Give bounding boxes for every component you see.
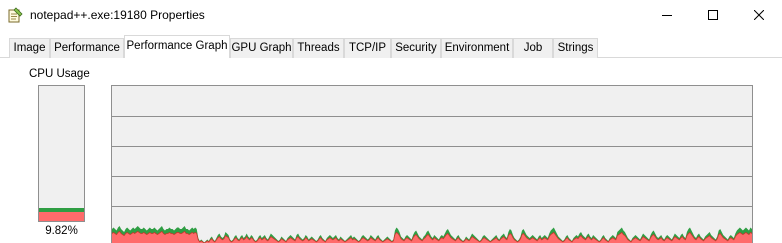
- tab-threads[interactable]: Threads: [293, 38, 344, 58]
- cpu-usage-percent: 9.82%: [45, 225, 78, 237]
- tab-security[interactable]: Security: [391, 38, 441, 58]
- tab-environment[interactable]: Environment: [441, 38, 513, 58]
- maximize-icon: [708, 10, 718, 20]
- tab-performance[interactable]: Performance: [50, 38, 124, 58]
- cpu-history-plot: [112, 116, 752, 243]
- maximize-button[interactable]: [690, 0, 736, 30]
- tab-job[interactable]: Job: [513, 38, 553, 58]
- tab-tcp-ip[interactable]: TCP/IP: [344, 38, 391, 58]
- window-title: notepad++.exe:19180 Properties: [30, 8, 205, 22]
- cpu-total-fill: [39, 208, 84, 212]
- cpu-kernel-fill: [39, 212, 84, 221]
- title-bar: notepad++.exe:19180 Properties: [0, 0, 782, 30]
- tab-gpu-graph[interactable]: GPU Graph: [230, 38, 293, 58]
- cpu-usage-meter: [38, 85, 85, 222]
- notepad-app-icon: [8, 7, 23, 23]
- cpu-history-graph: [111, 85, 753, 243]
- minimize-icon: [662, 15, 672, 16]
- tab-performance-graph[interactable]: Performance Graph: [124, 35, 230, 58]
- tab-image[interactable]: Image: [9, 38, 50, 58]
- close-button[interactable]: [736, 0, 782, 30]
- minimize-button[interactable]: [644, 0, 690, 30]
- tab-strings[interactable]: Strings: [553, 38, 598, 58]
- cpu-usage-label: CPU Usage: [29, 68, 90, 80]
- close-icon: [754, 10, 764, 20]
